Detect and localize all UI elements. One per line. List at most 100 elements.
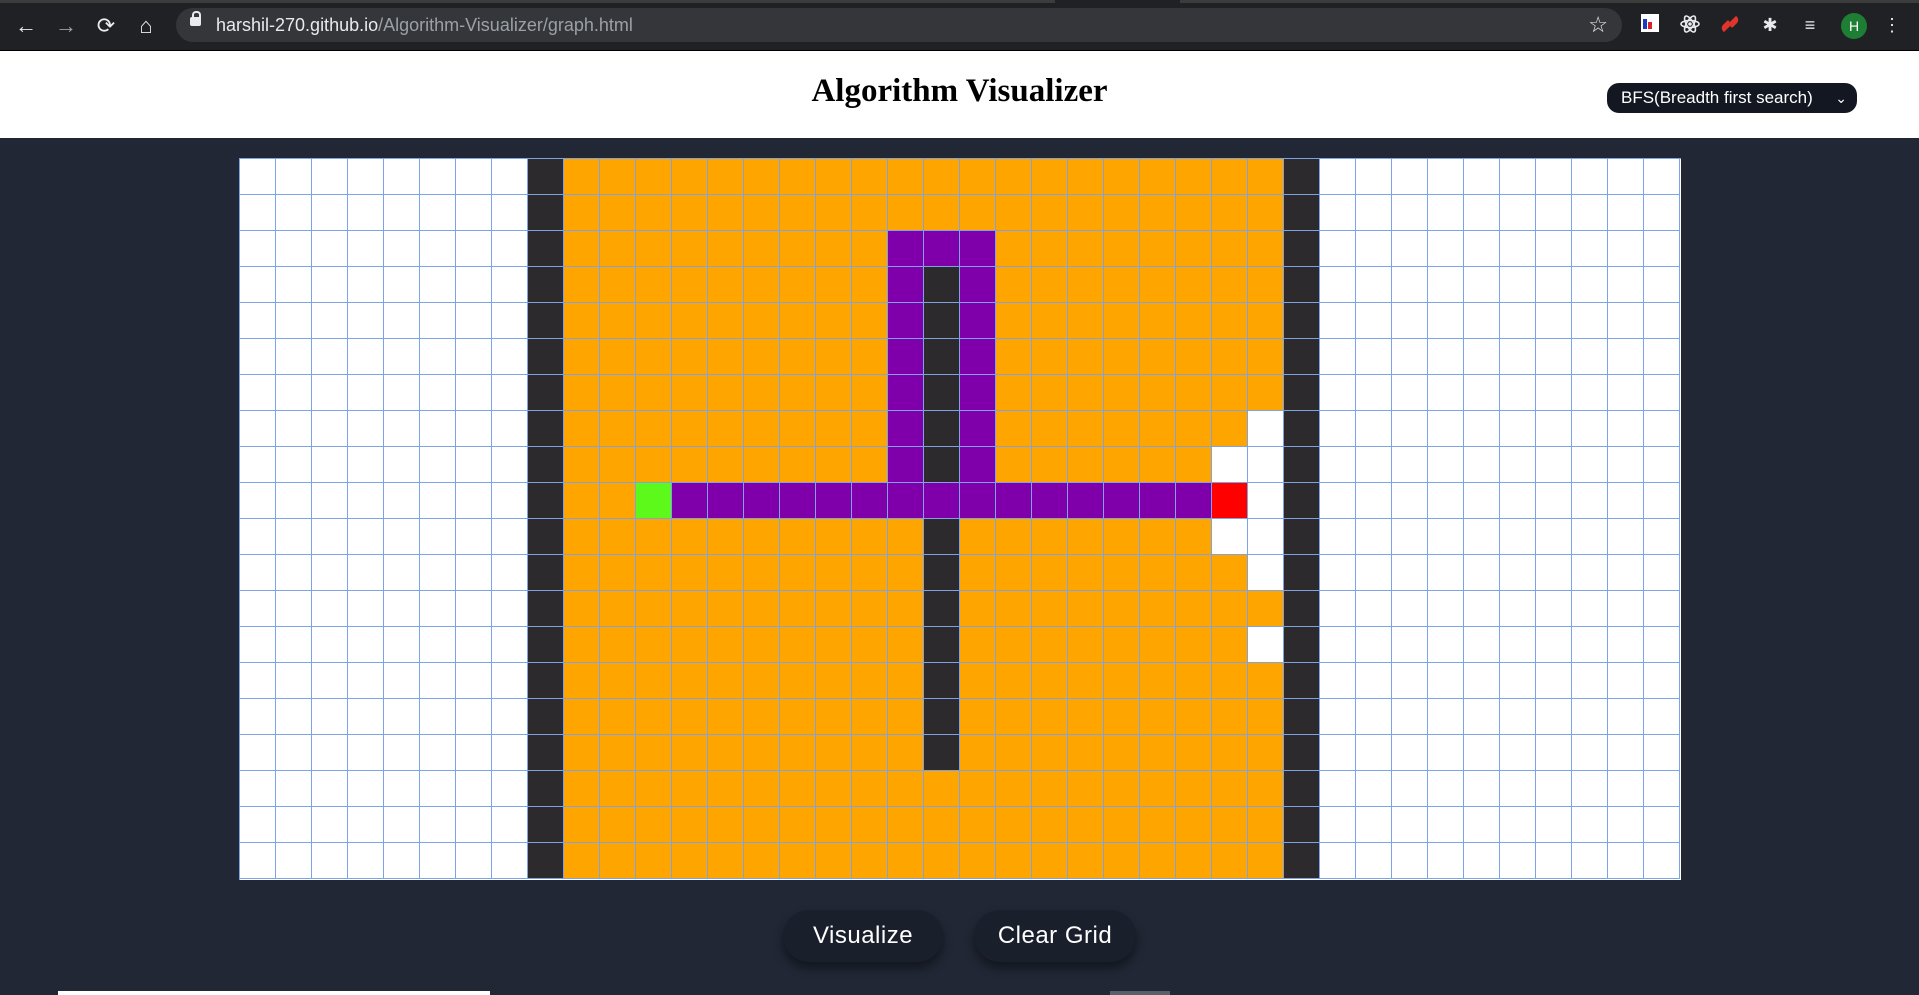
lock-icon[interactable] [190, 11, 201, 26]
grid-cell-empty[interactable] [1392, 735, 1428, 771]
grid-cell-empty[interactable] [420, 663, 456, 699]
grid-cell-visited[interactable] [1068, 375, 1104, 411]
grid-cell-empty[interactable] [1320, 627, 1356, 663]
grid-cell-visited[interactable] [1104, 519, 1140, 555]
grid-cell-empty[interactable] [456, 303, 492, 339]
grid-cell-visited[interactable] [780, 339, 816, 375]
grid-cell-visited[interactable] [780, 555, 816, 591]
grid-cell-visited[interactable] [960, 771, 996, 807]
grid-cell-path[interactable] [960, 303, 996, 339]
grid-cell-visited[interactable] [1032, 663, 1068, 699]
grid-cell-empty[interactable] [456, 555, 492, 591]
grid-cell-empty[interactable] [420, 807, 456, 843]
grid-cell-visited[interactable] [1140, 663, 1176, 699]
grid-cell-path[interactable] [708, 483, 744, 519]
grid-cell-empty[interactable] [1464, 375, 1500, 411]
grid-cell-visited[interactable] [780, 735, 816, 771]
grid-cell-visited[interactable] [1032, 411, 1068, 447]
grid-cell-empty[interactable] [1356, 267, 1392, 303]
grid-cell-wall[interactable] [1284, 843, 1320, 879]
grid-cell-visited[interactable] [1212, 843, 1248, 879]
grid-cell-empty[interactable] [1428, 447, 1464, 483]
grid-cell-path[interactable] [888, 267, 924, 303]
grid-cell-visited[interactable] [564, 555, 600, 591]
grid-cell-visited[interactable] [600, 195, 636, 231]
grid-cell-visited[interactable] [852, 627, 888, 663]
grid-cell-visited[interactable] [1176, 303, 1212, 339]
grid-cell-empty[interactable] [276, 303, 312, 339]
grid-cell-empty[interactable] [1320, 267, 1356, 303]
grid-cell-visited[interactable] [1068, 231, 1104, 267]
grid-cell-wall[interactable] [528, 303, 564, 339]
grid-cell-empty[interactable] [348, 771, 384, 807]
grid-cell-empty[interactable] [384, 231, 420, 267]
pathfinding-grid[interactable] [239, 158, 1681, 880]
grid-cell-visited[interactable] [852, 663, 888, 699]
grid-cell-visited[interactable] [600, 159, 636, 195]
grid-cell-empty[interactable] [1608, 771, 1644, 807]
grid-cell-visited[interactable] [1104, 591, 1140, 627]
grid-cell-visited[interactable] [852, 555, 888, 591]
grid-cell-visited[interactable] [960, 735, 996, 771]
grid-cell-empty[interactable] [1536, 411, 1572, 447]
grid-cell-wall[interactable] [1284, 339, 1320, 375]
grid-cell-empty[interactable] [312, 591, 348, 627]
grid-cell-visited[interactable] [960, 807, 996, 843]
grid-cell-visited[interactable] [816, 303, 852, 339]
grid-cell-visited[interactable] [600, 735, 636, 771]
grid-cell-visited[interactable] [780, 699, 816, 735]
grid-cell-visited[interactable] [852, 447, 888, 483]
grid-cell-visited[interactable] [636, 447, 672, 483]
grid-cell-wall[interactable] [1284, 555, 1320, 591]
grid-cell-visited[interactable] [1104, 339, 1140, 375]
grid-cell-visited[interactable] [1248, 807, 1284, 843]
grid-cell-visited[interactable] [1212, 591, 1248, 627]
grid-cell-visited[interactable] [1104, 447, 1140, 483]
grid-cell-visited[interactable] [1032, 627, 1068, 663]
address-bar[interactable]: harshil-270.github.io/Algorithm-Visualiz… [176, 8, 1622, 42]
grid-cell-empty[interactable] [492, 627, 528, 663]
grid-cell-visited[interactable] [780, 591, 816, 627]
grid-cell-empty[interactable] [1392, 483, 1428, 519]
grid-cell-visited[interactable] [1212, 375, 1248, 411]
grid-cell-empty[interactable] [384, 483, 420, 519]
grid-cell-empty[interactable] [1464, 591, 1500, 627]
grid-cell-wall[interactable] [528, 807, 564, 843]
grid-cell-empty[interactable] [420, 159, 456, 195]
grid-cell-visited[interactable] [852, 159, 888, 195]
grid-cell-visited[interactable] [1104, 771, 1140, 807]
visualize-button[interactable]: Visualize [783, 910, 943, 962]
grid-cell-empty[interactable] [492, 447, 528, 483]
grid-cell-visited[interactable] [852, 807, 888, 843]
grid-cell-visited[interactable] [1104, 627, 1140, 663]
grid-cell-wall[interactable] [924, 735, 960, 771]
grid-cell-empty[interactable] [1320, 303, 1356, 339]
grid-cell-visited[interactable] [744, 519, 780, 555]
grid-cell-empty[interactable] [1500, 411, 1536, 447]
grid-cell-visited[interactable] [600, 555, 636, 591]
grid-cell-visited[interactable] [1068, 339, 1104, 375]
grid-cell-visited[interactable] [996, 303, 1032, 339]
grid-cell-visited[interactable] [1068, 195, 1104, 231]
grid-cell-empty[interactable] [1500, 267, 1536, 303]
grid-cell-visited[interactable] [564, 375, 600, 411]
grid-cell-visited[interactable] [636, 699, 672, 735]
grid-cell-empty[interactable] [1356, 807, 1392, 843]
grid-cell-empty[interactable] [1500, 339, 1536, 375]
grid-cell-empty[interactable] [276, 339, 312, 375]
grid-cell-empty[interactable] [1428, 339, 1464, 375]
grid-cell-path[interactable] [1104, 483, 1140, 519]
grid-cell-empty[interactable] [348, 267, 384, 303]
grid-cell-empty[interactable] [1572, 627, 1608, 663]
grid-cell-empty[interactable] [1356, 843, 1392, 879]
grid-cell-empty[interactable] [492, 195, 528, 231]
grid-cell-visited[interactable] [960, 663, 996, 699]
grid-cell-visited[interactable] [780, 267, 816, 303]
grid-cell-empty[interactable] [1608, 555, 1644, 591]
grid-cell-visited[interactable] [1032, 591, 1068, 627]
grid-cell-empty[interactable] [276, 195, 312, 231]
grid-cell-visited[interactable] [852, 231, 888, 267]
grid-cell-empty[interactable] [1608, 483, 1644, 519]
grid-cell-wall[interactable] [528, 555, 564, 591]
grid-cell-visited[interactable] [1212, 303, 1248, 339]
